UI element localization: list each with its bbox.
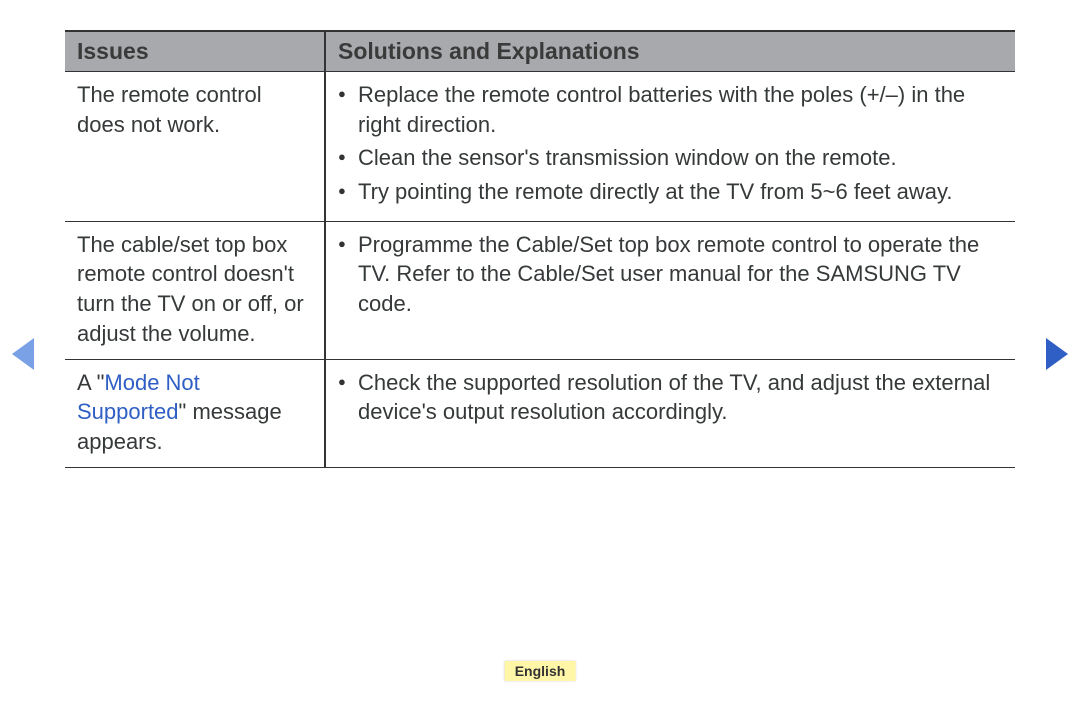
solution-list: Replace the remote control batteries wit… bbox=[338, 80, 1003, 207]
table-row: A "Mode Not Supported" message appears.C… bbox=[65, 359, 1015, 467]
header-solutions: Solutions and Explanations bbox=[325, 31, 1015, 72]
troubleshooting-table: Issues Solutions and Explanations The re… bbox=[65, 30, 1015, 468]
solution-item: Clean the sensor's transmission window o… bbox=[338, 143, 1003, 173]
issue-cell: The remote control does not work. bbox=[65, 72, 325, 222]
solution-item: Check the supported resolution of the TV… bbox=[338, 368, 1003, 427]
header-issues: Issues bbox=[65, 31, 325, 72]
issue-text: The remote control does not work. bbox=[77, 82, 262, 137]
issue-cell: The cable/set top box remote control doe… bbox=[65, 221, 325, 359]
solution-item: Try pointing the remote directly at the … bbox=[338, 177, 1003, 207]
language-label: English bbox=[505, 661, 576, 681]
table-row: The cable/set top box remote control doe… bbox=[65, 221, 1015, 359]
solution-list: Programme the Cable/Set top box remote c… bbox=[338, 230, 1003, 319]
solution-cell: Programme the Cable/Set top box remote c… bbox=[325, 221, 1015, 359]
solution-item: Replace the remote control batteries wit… bbox=[338, 80, 1003, 139]
nav-arrow-right-icon[interactable] bbox=[1046, 338, 1068, 370]
page-content: Issues Solutions and Explanations The re… bbox=[0, 0, 1080, 468]
solution-item: Programme the Cable/Set top box remote c… bbox=[338, 230, 1003, 319]
solution-list: Check the supported resolution of the TV… bbox=[338, 368, 1003, 427]
table-row: The remote control does not work. Replace… bbox=[65, 72, 1015, 222]
issue-text: A " bbox=[77, 370, 104, 395]
nav-arrow-left-icon[interactable] bbox=[12, 338, 34, 370]
issue-cell: A "Mode Not Supported" message appears. bbox=[65, 359, 325, 467]
solution-cell: Check the supported resolution of the TV… bbox=[325, 359, 1015, 467]
solution-cell: Replace the remote control batteries wit… bbox=[325, 72, 1015, 222]
issue-text: The cable/set top box remote control doe… bbox=[77, 232, 304, 346]
